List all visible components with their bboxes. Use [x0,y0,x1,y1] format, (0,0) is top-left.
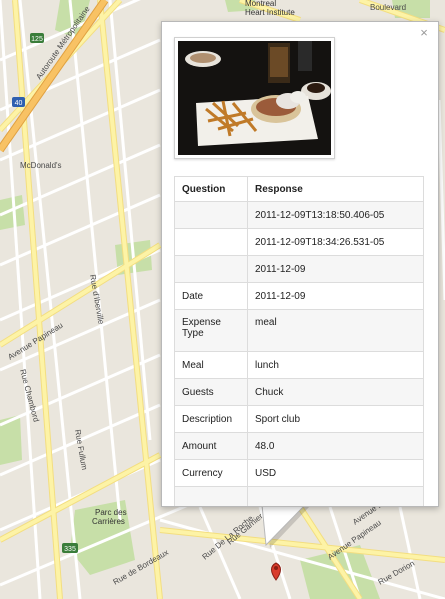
question-cell [174,255,248,283]
response-table: Question Response 2011-12-09T13:18:50.40… [174,176,424,506]
question-cell [174,228,248,256]
table-row: Date 2011-12-09 [174,282,424,310]
question-cell [174,201,248,229]
svg-text:125: 125 [31,36,43,43]
meal-photo[interactable] [174,37,335,159]
svg-text:335: 335 [64,546,76,553]
poi-label: Heart Institute [245,8,295,17]
response-cell: 48.0 [247,432,424,460]
svg-text:40: 40 [15,100,23,107]
table-row: 2011-12-09 [174,255,424,283]
close-icon[interactable]: × [420,25,428,40]
question-cell: Expense Type [174,309,248,352]
table-row: 2011-12-09T18:34:26.531-05 [174,228,424,256]
question-cell: Currency [174,459,248,487]
table-row: Currency USD [174,459,424,487]
info-window: × Question Response 2011-12-09T13:18:50.… [161,21,439,507]
response-table-container[interactable]: Question Response 2011-12-09T13:18:50.40… [174,176,424,506]
table-row: Meal lunch [174,351,424,379]
response-cell: Chuck [247,378,424,406]
response-cell: USD [247,459,424,487]
response-cell [247,486,424,506]
response-cell: 2011-12-09 [247,255,424,283]
response-cell: 2011-12-09T18:34:26.531-05 [247,228,424,256]
table-header-row: Question Response [174,176,424,202]
question-cell: Date [174,282,248,310]
park-label: Carrières [92,517,125,526]
table-row: Amount 48.0 [174,432,424,460]
column-header-response: Response [247,176,424,202]
meal-photo-icon [178,41,331,155]
response-cell: 2011-12-09T13:18:50.406-05 [247,201,424,229]
table-row: Expense Type meal [174,309,424,352]
table-row: Description Sport club [174,405,424,433]
column-header-question: Question [174,176,248,202]
response-cell: lunch [247,351,424,379]
question-cell [174,486,248,506]
park-label: Parc des [95,508,127,517]
question-cell: Guests [174,378,248,406]
poi-label: Montreal [245,0,276,8]
table-row: 2011-12-09T13:18:50.406-05 [174,201,424,229]
response-cell: meal [247,309,424,352]
question-cell: Description [174,405,248,433]
route-shield-335: 335 [62,543,78,553]
table-row [174,486,424,506]
question-cell: Meal [174,351,248,379]
close-button[interactable]: × [417,26,431,40]
response-cell: Sport club [247,405,424,433]
poi-label-mcdonalds: McDonald's [20,161,62,170]
route-shield-40: 40 [12,97,25,107]
route-shield-125: 125 [30,33,44,43]
response-cell: 2011-12-09 [247,282,424,310]
street-label: Boulevard [370,3,406,12]
question-cell: Amount [174,432,248,460]
table-row: Guests Chuck [174,378,424,406]
